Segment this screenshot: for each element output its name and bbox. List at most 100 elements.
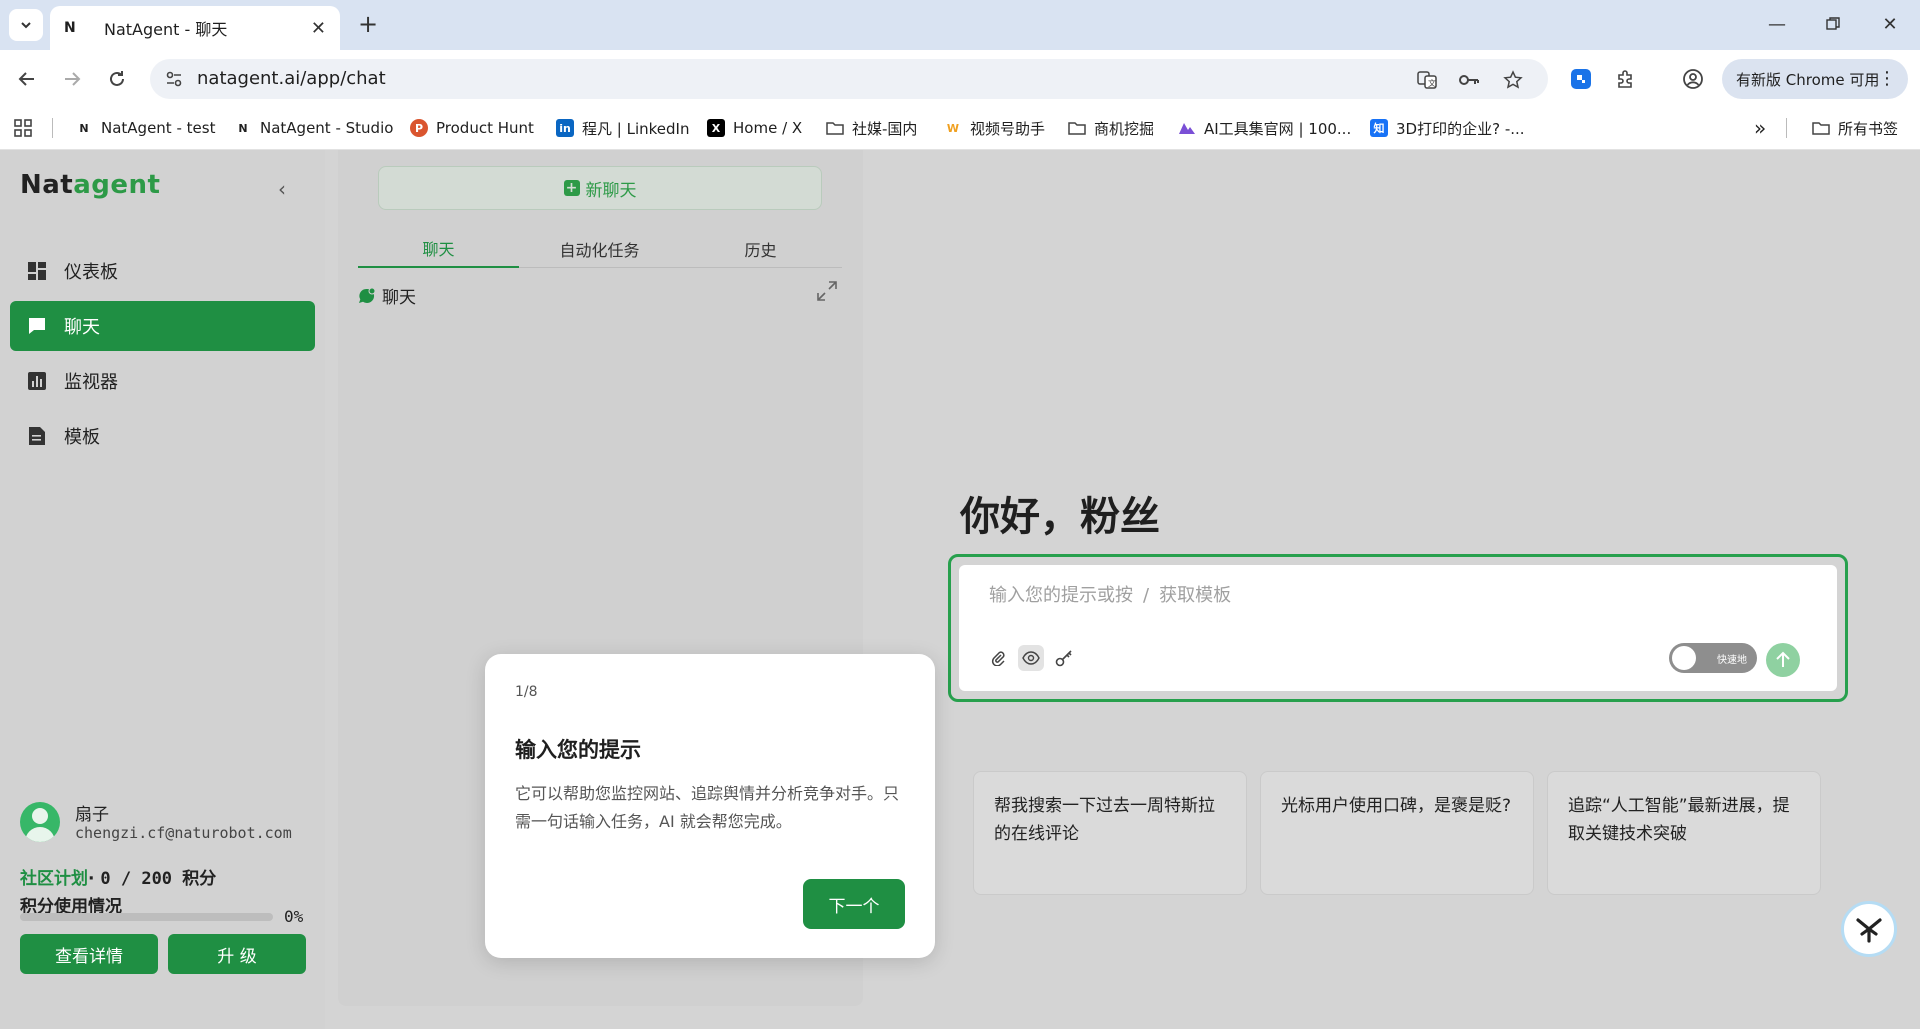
bookmark-video-assistant[interactable]: W 视频号助手 (944, 116, 1045, 140)
password-key-icon[interactable] (1458, 69, 1480, 91)
chrome-update-button[interactable]: 有新版 Chrome 可用 ⋮ (1722, 59, 1908, 99)
suggestion-card[interactable]: 光标用户使用口碑，是褒是贬? (1260, 771, 1534, 895)
key-icon[interactable] (1051, 645, 1077, 671)
natagent-logo[interactable]: Natagent (20, 170, 160, 200)
chrome-update-label: 有新版 Chrome 可用 (1736, 70, 1880, 89)
reload-icon (110, 71, 124, 86)
collapse-sidebar-icon[interactable]: ‹ (278, 177, 286, 201)
onboarding-popup: 1/8 输入您的提示 它可以帮助您监控网站、追踪舆情并分析竞争对手。只需一句话输… (485, 654, 935, 958)
prompt-input-box[interactable]: 输入您的提示或按 / 获取模板 快速地 (948, 554, 1848, 702)
bookmark-linkedin[interactable]: in 程凡 | LinkedIn (556, 116, 689, 140)
bookmark-star-icon[interactable] (1502, 69, 1524, 91)
folder-icon (1068, 119, 1086, 137)
bookmark-folder-social[interactable]: 社媒-国内 (826, 116, 917, 140)
chat-main: 你好，粉丝 输入您的提示或按 / 获取模板 快速地 帮我搜索一下过去一周特斯拉的… (863, 150, 1920, 1029)
browser-tab[interactable]: N NatAgent - 聊天 ✕ (50, 6, 340, 50)
apps-grid-icon[interactable] (14, 116, 32, 140)
address-bar[interactable]: natagent.ai/app/chat 文 (150, 59, 1548, 99)
eye-icon[interactable] (1018, 645, 1044, 671)
fast-mode-toggle[interactable]: 快速地 (1669, 643, 1757, 673)
bookmark-label: 视频号助手 (970, 119, 1046, 138)
reload-button[interactable] (100, 62, 134, 96)
extension-blue-icon[interactable] (1567, 65, 1595, 93)
toggle-knob (1672, 646, 1696, 670)
natagent-icon: N (238, 121, 248, 135)
chat-item-label: 聊天 (382, 288, 416, 308)
assistant-fab-icon[interactable] (1841, 901, 1897, 957)
bookmark-ai-tools[interactable]: AI工具集官网 | 100... (1178, 116, 1351, 140)
natagent-icon: N (79, 121, 89, 135)
close-tab-icon[interactable]: ✕ (311, 18, 326, 39)
back-button[interactable] (10, 62, 44, 96)
placeholder-slash: / (1143, 585, 1150, 606)
bookmark-divider (1786, 116, 1787, 140)
toggle-label: 快速地 (1717, 655, 1747, 666)
upgrade-button[interactable]: 升 级 (168, 934, 306, 974)
usage-progress-bar (20, 913, 273, 921)
plan-name: 社区计划 (20, 869, 88, 889)
minimize-window-icon[interactable]: — (1757, 8, 1797, 40)
tab-automation[interactable]: 自动化任务 (519, 230, 680, 268)
tab-search-button[interactable] (9, 9, 43, 41)
forward-button[interactable] (55, 62, 89, 96)
bookmark-x[interactable]: X Home / X (707, 116, 802, 140)
logo-agent: agent (73, 170, 161, 200)
linkedin-icon: in (556, 119, 574, 137)
popup-description: 它可以帮助您监控网站、追踪舆情并分析竞争对手。只需一句话输入任务，AI 就会帮您… (515, 784, 900, 831)
bookmark-product-hunt[interactable]: P Product Hunt (410, 116, 534, 140)
expand-icon[interactable] (816, 280, 840, 304)
restore-window-icon[interactable] (1813, 8, 1853, 40)
send-button[interactable] (1766, 643, 1800, 677)
sidebar-item-chat[interactable]: 聊天 (10, 301, 315, 351)
x-icon: X (707, 119, 725, 137)
sidebar-item-monitor[interactable]: 监视器 (10, 356, 315, 406)
bookmark-label: Home / X (733, 119, 803, 137)
user-email: chengzi.cf@naturobot.com (75, 824, 292, 842)
translate-icon[interactable]: 文 (1416, 69, 1438, 91)
arrow-right-icon (65, 72, 81, 86)
zhihu-icon: 知 (1370, 119, 1388, 137)
profile-icon[interactable] (1679, 65, 1707, 93)
bookmark-folder-business[interactable]: 商机挖掘 (1068, 116, 1154, 140)
user-profile[interactable]: 扇子 chengzi.cf@naturobot.com (20, 798, 320, 842)
suggestion-card[interactable]: 追踪“人工智能”最新进展，提取关键技术突破 (1547, 771, 1821, 895)
ai-tools-icon (1178, 119, 1196, 137)
bookmark-label: NatAgent - Studio (260, 119, 394, 137)
tab-chat[interactable]: 聊天 (358, 230, 519, 268)
sidebar-item-dashboard[interactable]: 仪表板 (10, 246, 315, 296)
sidebar: Natagent ‹ 仪表板 聊天 监视器 模板 扇子 chengzi.cf@n… (0, 150, 325, 1029)
panel-tabs: 聊天 自动化任务 历史 (358, 230, 842, 268)
bookmark-natagent-test[interactable]: N NatAgent - test (75, 116, 215, 140)
new-chat-button[interactable]: + 新聊天 (378, 166, 822, 210)
attach-icon[interactable] (985, 645, 1011, 671)
placeholder-text: 输入您的提示或按 (989, 585, 1133, 606)
monitor-icon (26, 370, 48, 392)
bookmark-divider (52, 116, 53, 140)
next-button[interactable]: 下一个 (803, 879, 905, 929)
close-window-icon[interactable]: ✕ (1870, 8, 1910, 40)
bookmark-label: Product Hunt (436, 119, 534, 137)
view-details-button[interactable]: 查看详情 (20, 934, 158, 974)
app-area: Natagent ‹ 仪表板 聊天 监视器 模板 扇子 chengzi.cf@n… (0, 150, 1920, 1029)
tab-history[interactable]: 历史 (680, 230, 841, 268)
bookmark-natagent-studio[interactable]: N NatAgent - Studio (234, 116, 393, 140)
bookmark-zhihu[interactable]: 知 3D打印的企业? -... (1370, 116, 1525, 140)
new-tab-button[interactable]: + (352, 8, 384, 40)
prompt-input[interactable]: 输入您的提示或按 / 获取模板 快速地 (959, 565, 1837, 691)
chat-icon (26, 315, 48, 337)
logo-nat: Nat (20, 170, 74, 200)
sidebar-item-label: 仪表板 (64, 262, 118, 283)
folder-icon (1812, 119, 1830, 137)
bookmark-label: 程凡 | LinkedIn (582, 119, 690, 138)
extensions-puzzle-icon[interactable] (1612, 65, 1640, 93)
sidebar-item-templates[interactable]: 模板 (10, 411, 315, 461)
more-menu-icon[interactable]: ⋮ (1878, 68, 1896, 89)
chat-list-item[interactable]: 聊天 (358, 283, 416, 308)
site-info-icon[interactable] (164, 69, 184, 89)
dashboard-icon (26, 260, 48, 282)
suggestion-card[interactable]: 帮我搜索一下过去一周特斯拉的在线评论 (973, 771, 1247, 895)
bookmarks-overflow-icon[interactable]: » (1754, 116, 1766, 140)
all-bookmarks-folder[interactable]: 所有书签 (1812, 116, 1898, 140)
usage-percent: 0% (284, 907, 304, 926)
greeting-heading: 你好，粉丝 (960, 494, 1160, 540)
